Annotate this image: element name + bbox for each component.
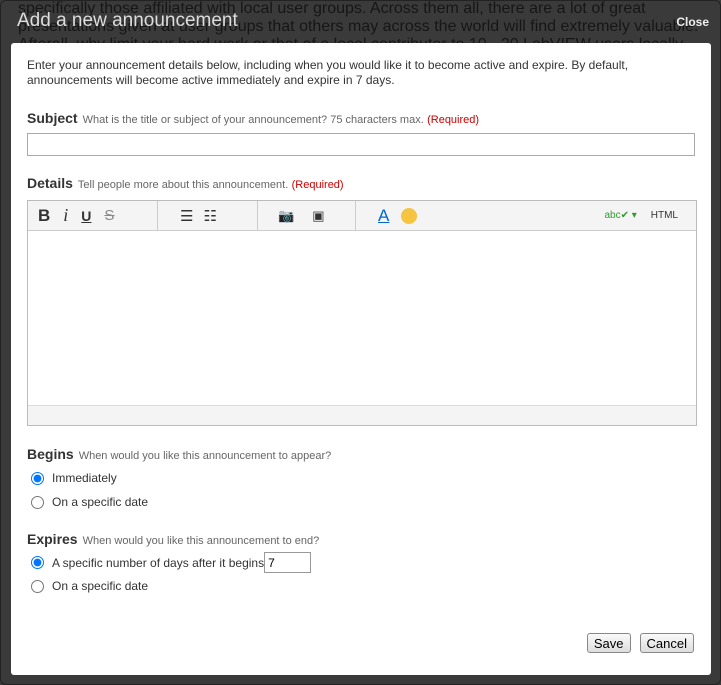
spellcheck-label: abc (604, 210, 621, 221)
expires-specific-date-radio[interactable]: On a specific date (31, 579, 695, 593)
details-label: Details (27, 175, 73, 191)
radio-label: Immediately (52, 471, 117, 485)
dialog-title: Add a new announcement (17, 10, 238, 31)
subject-label: Subject (27, 110, 78, 126)
insert-image-icon[interactable]: 📷 (278, 208, 294, 224)
close-button[interactable]: Close (676, 15, 709, 29)
strikethrough-button[interactable]: S (104, 207, 114, 224)
save-button[interactable]: Save (586, 633, 631, 653)
spellcheck-icon[interactable]: abc✔ ▾ (604, 210, 636, 221)
details-required: (Required) (291, 179, 344, 191)
expires-days-radio[interactable]: A specific number of days after it begin… (31, 552, 695, 573)
font-style-icon[interactable]: A (378, 206, 389, 226)
details-hint: Tell people more about this announcement… (77, 179, 289, 191)
radio-label: On a specific date (52, 579, 149, 593)
cancel-button[interactable]: Cancel (639, 633, 694, 653)
subject-required: (Required) (427, 114, 480, 126)
begins-specific-date-radio[interactable]: On a specific date (31, 495, 695, 509)
details-editor[interactable]: BiUS ☰ ☷ 📷 ▣ A abc✔ ▾ HTML (27, 200, 697, 426)
italic-button[interactable]: i (63, 205, 68, 226)
emoticon-icon[interactable] (401, 207, 418, 224)
editor-resize-bar[interactable] (28, 405, 696, 425)
radio-label: On a specific date (52, 495, 149, 509)
expires-hint: When would you like this announcement to… (82, 535, 320, 547)
insert-video-icon[interactable]: ▣ (312, 208, 324, 224)
numbered-list-icon[interactable]: ☷ (203, 207, 216, 225)
subject-hint: What is the title or subject of your ann… (82, 114, 424, 126)
expire-days-input[interactable] (264, 552, 312, 573)
subject-input[interactable] (27, 133, 695, 156)
dialog-panel: Enter your announcement details below, i… (11, 43, 711, 675)
bold-button[interactable]: B (38, 206, 50, 226)
editor-toolbar: BiUS ☰ ☷ 📷 ▣ A abc✔ ▾ HTML (28, 201, 696, 231)
underline-button[interactable]: U (81, 208, 91, 224)
intro-text: Enter your announcement details below, i… (27, 58, 629, 87)
begins-hint: When would you like this announcement to… (78, 450, 332, 462)
html-button[interactable]: HTML (651, 210, 678, 221)
radio-label: A specific number of days after it begin… (52, 555, 265, 570)
expires-label: Expires (27, 531, 78, 547)
bullet-list-icon[interactable]: ☰ (180, 207, 193, 225)
begins-label: Begins (27, 446, 74, 462)
begins-immediately-radio[interactable]: Immediately (31, 471, 695, 485)
